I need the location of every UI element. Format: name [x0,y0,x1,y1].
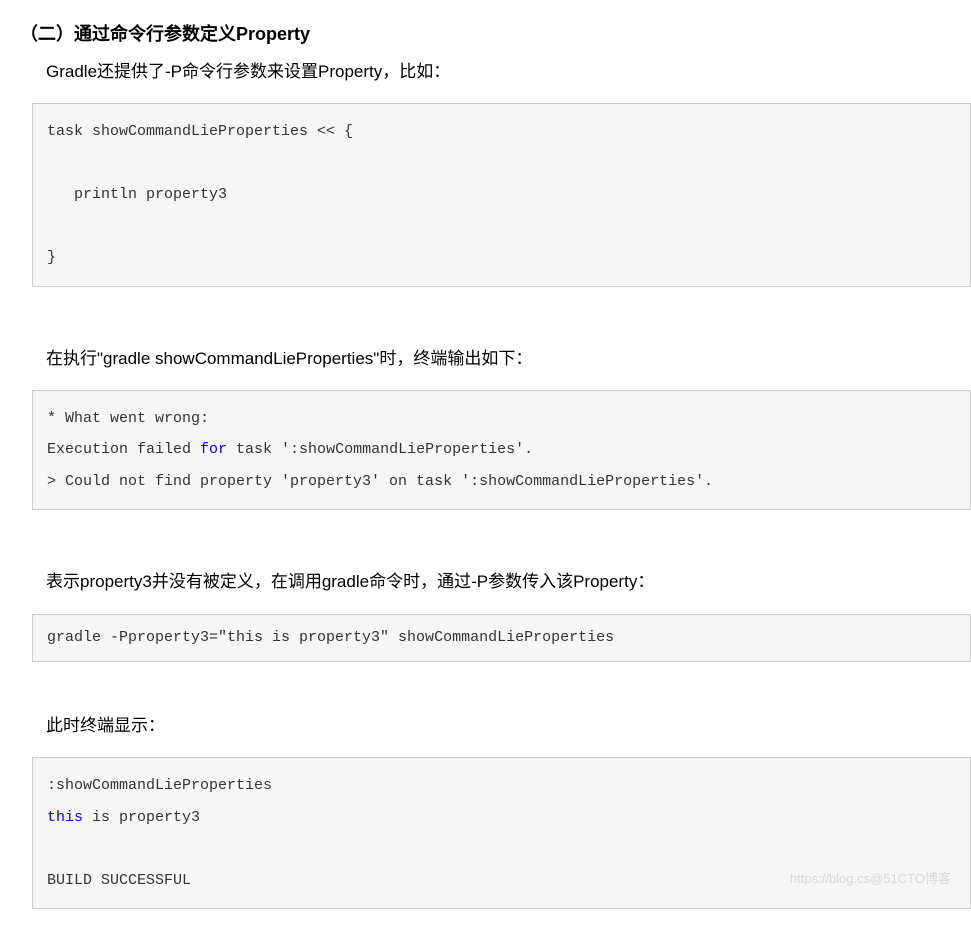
code-block-1: task showCommandLieProperties << { print… [32,103,971,287]
keyword-for: for [200,441,227,458]
paragraph-4: 此时终端显示： [46,712,971,739]
keyword-this: this [47,809,83,826]
paragraph-2: 在执行"gradle showCommandLieProperties"时，终端… [46,345,971,372]
section-title: （二）通过命令行参数定义Property [20,20,971,46]
code-line: > Could not find property 'property3' on… [47,473,713,490]
code-block-2: * What went wrong: Execution failed for … [32,390,971,511]
code-line: * What went wrong: [47,410,209,427]
code-line: this is property3 [47,809,200,826]
paragraph-3: 表示property3并没有被定义，在调用gradle命令时，通过-P参数传入该… [46,568,971,595]
code-block-3: gradle -Pproperty3="this is property3" s… [32,614,971,663]
code-line: Execution failed for task ':showCommandL… [47,441,533,458]
code-line: :showCommandLieProperties [47,777,272,794]
code-block-4: :showCommandLieProperties this is proper… [32,757,971,909]
intro-paragraph: Gradle还提供了-P命令行参数来设置Property，比如： [46,58,971,85]
code-line: BUILD SUCCESSFUL [47,872,191,889]
